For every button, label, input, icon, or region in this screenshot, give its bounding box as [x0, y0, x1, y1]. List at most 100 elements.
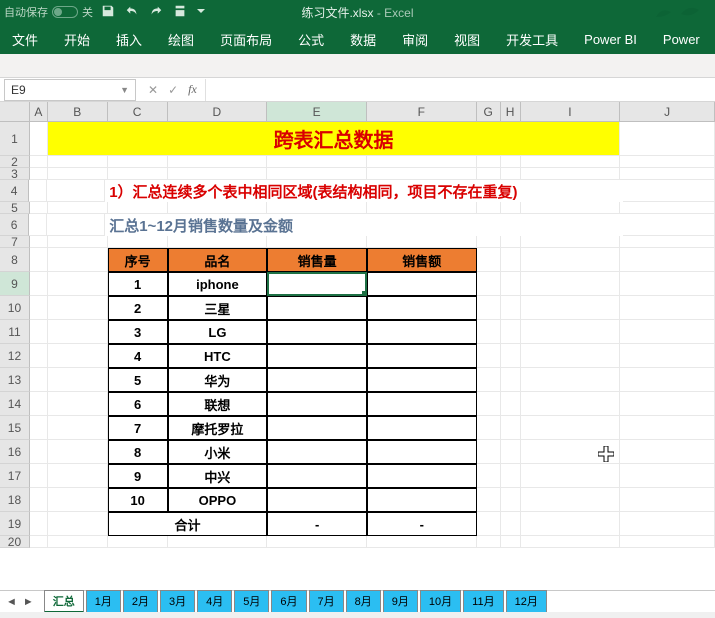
- table-cell[interactable]: [367, 344, 477, 368]
- sheet-tab[interactable]: 10月: [420, 590, 461, 613]
- row-header[interactable]: 9: [0, 272, 30, 296]
- cell[interactable]: [267, 536, 367, 548]
- cell[interactable]: [623, 214, 715, 236]
- sheet-tab[interactable]: 4月: [197, 590, 232, 613]
- cell[interactable]: [620, 272, 715, 296]
- cell[interactable]: [30, 512, 48, 536]
- cell[interactable]: [521, 344, 621, 368]
- cell[interactable]: [477, 248, 501, 272]
- cell[interactable]: [501, 416, 521, 440]
- cell[interactable]: [108, 536, 168, 548]
- sheet-tab[interactable]: 12月: [506, 590, 547, 613]
- sheet-tab[interactable]: 8月: [346, 590, 381, 613]
- formula-bar[interactable]: [205, 79, 715, 101]
- col-header[interactable]: A: [30, 102, 48, 121]
- table-cell[interactable]: [267, 296, 367, 320]
- cell[interactable]: [30, 122, 48, 156]
- cell[interactable]: [477, 512, 501, 536]
- cell[interactable]: [620, 296, 715, 320]
- tab-power[interactable]: Power: [663, 32, 700, 47]
- cell[interactable]: [521, 296, 621, 320]
- table-cell[interactable]: iphone: [168, 272, 268, 296]
- col-header[interactable]: B: [48, 102, 108, 121]
- tab-draw[interactable]: 绘图: [168, 30, 194, 49]
- cell[interactable]: [521, 156, 621, 168]
- cell[interactable]: [521, 272, 621, 296]
- cell[interactable]: [501, 272, 521, 296]
- table-cell[interactable]: OPPO: [168, 488, 268, 512]
- horizontal-scrollbar[interactable]: [0, 612, 715, 618]
- tab-file[interactable]: 文件: [12, 30, 38, 49]
- cell[interactable]: [108, 236, 168, 248]
- enter-icon[interactable]: ✓: [168, 83, 178, 97]
- cell[interactable]: [48, 368, 108, 392]
- table-cell[interactable]: HTC: [168, 344, 268, 368]
- fx-icon[interactable]: fx: [188, 82, 197, 97]
- cell[interactable]: [477, 416, 501, 440]
- cell[interactable]: [620, 512, 715, 536]
- cell[interactable]: [48, 488, 108, 512]
- cell[interactable]: [501, 488, 521, 512]
- nav-next-icon[interactable]: ►: [23, 596, 34, 608]
- cell[interactable]: [48, 512, 108, 536]
- sheet-tab[interactable]: 7月: [309, 590, 344, 613]
- cell[interactable]: [521, 512, 621, 536]
- cell[interactable]: [30, 488, 48, 512]
- total-qty[interactable]: -: [267, 512, 367, 536]
- cell[interactable]: [501, 536, 521, 548]
- table-cell[interactable]: 9: [108, 464, 168, 488]
- cell[interactable]: [168, 536, 268, 548]
- table-cell[interactable]: 1: [108, 272, 168, 296]
- cell[interactable]: [620, 368, 715, 392]
- cell[interactable]: [620, 344, 715, 368]
- tab-powerbi[interactable]: Power BI: [584, 32, 637, 47]
- cell[interactable]: [521, 248, 621, 272]
- cell[interactable]: [620, 320, 715, 344]
- cell[interactable]: [267, 202, 367, 214]
- table-cell[interactable]: LG: [168, 320, 268, 344]
- cell[interactable]: [48, 248, 108, 272]
- table-cell[interactable]: 小米: [168, 440, 268, 464]
- sheet-tab[interactable]: 9月: [383, 590, 418, 613]
- cell[interactable]: [48, 440, 108, 464]
- cell[interactable]: [501, 202, 521, 214]
- sheet-tab[interactable]: 6月: [271, 590, 306, 613]
- cell[interactable]: [501, 156, 521, 168]
- cell[interactable]: [501, 296, 521, 320]
- table-cell[interactable]: [267, 440, 367, 464]
- cell[interactable]: [367, 156, 477, 168]
- table-cell[interactable]: 4: [108, 344, 168, 368]
- row-header[interactable]: 5: [0, 202, 30, 214]
- row-header[interactable]: 13: [0, 368, 30, 392]
- cell[interactable]: [501, 236, 521, 248]
- table-cell[interactable]: [367, 488, 477, 512]
- cell[interactable]: [367, 536, 477, 548]
- cell[interactable]: [30, 320, 48, 344]
- cell[interactable]: [477, 368, 501, 392]
- cell[interactable]: [168, 168, 268, 180]
- cell[interactable]: [620, 536, 715, 548]
- tab-layout[interactable]: 页面布局: [220, 30, 272, 49]
- worksheet-grid[interactable]: A B C D E F G H I J 1跨表汇总数据2341）汇总连续多个表中…: [0, 102, 715, 582]
- cell[interactable]: [521, 488, 621, 512]
- cell[interactable]: [521, 236, 621, 248]
- redo-icon[interactable]: [149, 4, 163, 21]
- cell[interactable]: [48, 464, 108, 488]
- total-label[interactable]: 合计: [108, 512, 268, 536]
- cell[interactable]: [367, 168, 477, 180]
- cell[interactable]: [30, 392, 48, 416]
- cell[interactable]: [620, 248, 715, 272]
- cell[interactable]: [48, 320, 108, 344]
- table-cell[interactable]: 3: [108, 320, 168, 344]
- cell[interactable]: [620, 440, 715, 464]
- table-cell[interactable]: 5: [108, 368, 168, 392]
- cell[interactable]: [521, 392, 621, 416]
- cell[interactable]: [477, 320, 501, 344]
- cell[interactable]: [620, 464, 715, 488]
- table-cell[interactable]: [367, 296, 477, 320]
- cell[interactable]: [30, 296, 48, 320]
- cell[interactable]: [48, 202, 108, 214]
- cell[interactable]: [521, 536, 621, 548]
- cell[interactable]: [501, 248, 521, 272]
- cell[interactable]: [267, 168, 367, 180]
